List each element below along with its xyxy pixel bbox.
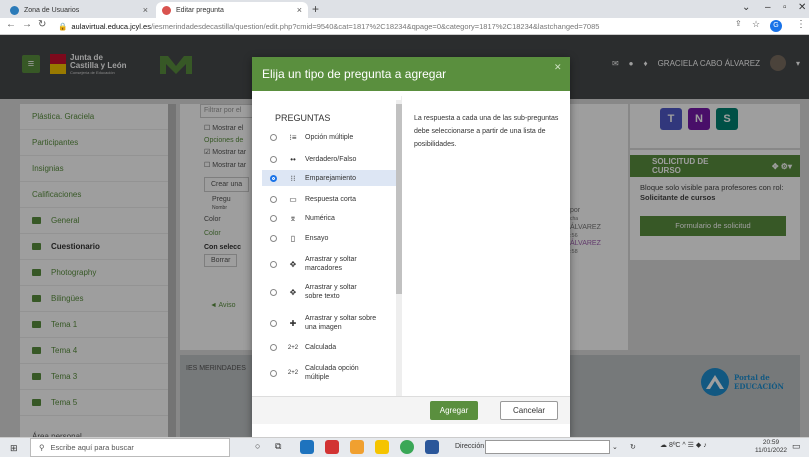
radio-button[interactable] bbox=[270, 288, 277, 296]
radio-button[interactable] bbox=[270, 260, 277, 268]
radio-button[interactable] bbox=[270, 196, 277, 203]
qtype-label: Verdadero/Falso bbox=[305, 156, 357, 163]
dialog-title: Elija un tipo de pregunta a agregar bbox=[262, 67, 447, 81]
cancel-button[interactable]: Cancelar bbox=[500, 401, 558, 420]
reload-icon[interactable]: ↻ bbox=[38, 19, 46, 30]
moodle-icon bbox=[10, 5, 19, 15]
url-domain: aulavirtual.educa.jcyl.es bbox=[71, 22, 151, 31]
dialog-header: Elija un tipo de pregunta a agregar bbox=[252, 57, 570, 91]
list-scrollbar-thumb[interactable] bbox=[396, 104, 402, 294]
add-button[interactable]: Agregar bbox=[430, 401, 478, 420]
qtype-label: Numérica bbox=[305, 215, 335, 222]
forward-icon[interactable]: → bbox=[22, 19, 32, 30]
maximize-icon[interactable]: ▫ bbox=[783, 2, 787, 13]
qtype-label: Calculada bbox=[305, 344, 337, 351]
radio-button-selected[interactable] bbox=[270, 175, 277, 182]
qtype-label: Arrastrar y soltar marcadores bbox=[305, 256, 357, 272]
tab-zona-usuarios[interactable]: Zona de Usuarios × bbox=[4, 2, 154, 18]
radio-button[interactable] bbox=[270, 134, 277, 141]
profile-avatar[interactable]: G bbox=[770, 20, 782, 32]
radio-button[interactable] bbox=[270, 215, 277, 222]
search-placeholder: Escribe aquí para buscar bbox=[50, 443, 134, 452]
qtype-description: La respuesta a cada una de las sub-pregu… bbox=[414, 115, 559, 148]
qtype-truefalse[interactable]: •• Verdadero/Falso bbox=[270, 155, 398, 164]
qtype-numerical[interactable]: ⌆ Numérica bbox=[270, 214, 398, 223]
qtype-essay[interactable]: ▯ Ensayo bbox=[270, 234, 398, 243]
chevron-down-icon[interactable]: ⌄ bbox=[612, 443, 618, 451]
list-heading: PREGUNTAS bbox=[275, 113, 331, 123]
minimize-icon[interactable]: – bbox=[765, 2, 771, 13]
date: 11/01/2022 bbox=[755, 447, 788, 454]
moodle-icon bbox=[162, 5, 171, 15]
close-tab-icon[interactable]: × bbox=[297, 5, 302, 15]
chrome-icon[interactable] bbox=[400, 440, 414, 454]
new-tab-icon[interactable]: + bbox=[312, 2, 319, 16]
app-icon[interactable] bbox=[325, 440, 339, 454]
close-window-icon[interactable]: ✕ bbox=[798, 2, 806, 13]
lock-icon: 🔒 bbox=[58, 22, 68, 31]
radio-button[interactable] bbox=[270, 235, 277, 242]
qtype-label: Arrastrar y soltar sobre una imagen bbox=[305, 315, 377, 331]
radio-button[interactable] bbox=[270, 319, 277, 327]
clock[interactable]: 20:59 11/01/2022 bbox=[755, 439, 787, 455]
qtype-label: Respuesta corta bbox=[305, 196, 356, 203]
tab-title: Editar pregunta bbox=[176, 6, 224, 14]
radio-button[interactable] bbox=[270, 369, 277, 377]
numeric-icon: ⌆ bbox=[289, 214, 297, 223]
qtype-match[interactable]: ⁝⁝ Emparejamiento bbox=[270, 174, 398, 183]
calculated-icon: 2+2 bbox=[287, 344, 299, 351]
more-icon[interactable]: ⋮ bbox=[796, 19, 806, 30]
qtype-ddimageortext[interactable]: ✚ Arrastrar y soltar sobre una imagen bbox=[270, 314, 398, 332]
qtype-label: Ensayo bbox=[305, 235, 329, 242]
qtype-calculatedmulti[interactable]: 2+2 Calculada opción múltiple bbox=[270, 364, 398, 382]
list-icon: ⁝≡ bbox=[289, 133, 297, 142]
cross-icon: ✚ bbox=[289, 318, 297, 328]
search-icon: ⚲ bbox=[39, 443, 45, 452]
move-icon: ✥ bbox=[289, 287, 297, 297]
qtype-label: Calculada opción múltiple bbox=[305, 365, 359, 381]
qtype-label: Arrastrar y soltar sobre texto bbox=[305, 284, 357, 300]
star-icon[interactable]: ☆ bbox=[752, 19, 760, 30]
tab-editar-pregunta[interactable]: Editar pregunta × bbox=[156, 2, 308, 18]
essay-icon: ▯ bbox=[290, 234, 296, 243]
address-toolbar-input[interactable] bbox=[485, 440, 610, 454]
address-label: Dirección bbox=[455, 443, 485, 450]
qtype-shortanswer[interactable]: ▭ Respuesta corta bbox=[270, 195, 398, 204]
close-icon[interactable]: ✕ bbox=[554, 62, 562, 73]
radio-button[interactable] bbox=[270, 156, 277, 163]
tab-title: Zona de Usuarios bbox=[24, 6, 80, 14]
close-tab-icon[interactable]: × bbox=[143, 5, 148, 15]
matching-icon: ⁝⁝ bbox=[290, 174, 296, 183]
qtype-calculated[interactable]: 2+2 Calculada bbox=[270, 344, 398, 351]
notification-icon[interactable]: ▭ bbox=[792, 441, 801, 452]
qtype-ddwtos[interactable]: ✥ Arrastrar y soltar sobre texto bbox=[270, 283, 398, 301]
time: 20:59 bbox=[762, 439, 780, 446]
refresh-icon[interactable]: ↻ bbox=[630, 443, 636, 451]
taskbar-search[interactable]: ⚲ Escribe aquí para buscar bbox=[30, 438, 230, 457]
short-answer-icon: ▭ bbox=[289, 195, 297, 204]
qtype-ddmarker[interactable]: ✥ Arrastrar y soltar marcadores bbox=[270, 255, 398, 273]
system-tray[interactable]: ☁ 8ºC ^ ☰ ◆ ♪ bbox=[660, 441, 707, 449]
calculated-icon: 2+2 bbox=[287, 369, 299, 376]
temperature: 8ºC bbox=[668, 442, 681, 449]
word-icon[interactable] bbox=[425, 440, 439, 454]
folder-icon[interactable] bbox=[375, 440, 389, 454]
qtype-multichoice[interactable]: ⁝≡ Opción múltiple bbox=[270, 133, 398, 142]
app-icon[interactable] bbox=[300, 440, 314, 454]
dots-icon: •• bbox=[290, 155, 296, 164]
chevron-down-icon[interactable]: ⌄ bbox=[742, 2, 750, 13]
app-icon[interactable] bbox=[350, 440, 364, 454]
windows-start-icon[interactable]: ⊞ bbox=[10, 443, 18, 454]
back-icon[interactable]: ← bbox=[6, 19, 16, 30]
radio-button[interactable] bbox=[270, 344, 277, 351]
qtype-label: Opción múltiple bbox=[305, 134, 354, 141]
cortana-icon[interactable]: ○ bbox=[255, 441, 260, 451]
task-view-icon[interactable]: ⧉ bbox=[275, 441, 281, 452]
qtype-label: Emparejamiento bbox=[305, 175, 356, 182]
move-icon: ✥ bbox=[289, 259, 297, 269]
url-field[interactable]: 🔒 aulavirtual.educa.jcyl.es /iesmerindad… bbox=[58, 20, 698, 33]
url-path: /iesmerindadesdecastilla/question/edit.p… bbox=[150, 22, 600, 31]
share-icon[interactable]: ⇪ bbox=[735, 19, 742, 28]
